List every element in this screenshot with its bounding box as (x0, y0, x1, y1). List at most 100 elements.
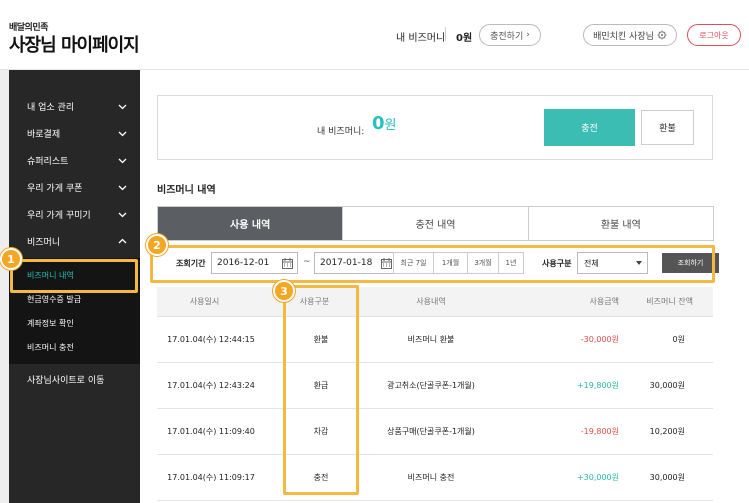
header-bizmoney-label: 내 비즈머니 (396, 33, 446, 44)
sidebar-subitem-cash-receipt[interactable]: 현금영수증 발급 (9, 287, 140, 311)
bizmoney-label: 내 비즈머니: (317, 127, 365, 137)
table-row: 17.01.04(수) 12:44:15 환불 비즈머니 환불 -30,000원… (157, 317, 713, 363)
header-balance: 비즈머니 잔액 (646, 297, 693, 306)
header-date: 사용일시 (189, 297, 220, 306)
chevron-down-icon (118, 131, 127, 137)
usage-history-table: 사용일시 사용구분 사용내역 사용금액 비즈머니 잔액 17.01.04(수) … (157, 287, 713, 501)
history-tabs: 사용 내역 충전 내역 환불 내역 (157, 206, 714, 241)
table-header: 사용일시 사용구분 사용내역 사용금액 비즈머니 잔액 (157, 287, 713, 317)
row-balance: 10,200원 (649, 427, 685, 436)
row-balance: 30,000원 (649, 381, 685, 390)
gear-icon (657, 30, 667, 40)
row-date: 17.01.04(수) 12:44:15 (167, 335, 255, 344)
row-type: 차감 (313, 427, 329, 436)
header-charge-label: 충전하기 (490, 31, 524, 42)
bizmoney-amount-value: 0 (372, 113, 385, 134)
header-divider (445, 27, 446, 41)
chevron-down-icon (118, 212, 127, 218)
bizmoney-amount-unit: 원 (384, 118, 397, 133)
header-amount: 사용금액 (589, 297, 619, 306)
date-from-input[interactable]: 2016-12-01 (211, 252, 298, 274)
sidebar-link-owner-site[interactable]: 사장님사이트로 이동 (9, 366, 140, 393)
section-title: 비즈머니 내역 (157, 185, 216, 196)
period-quick-buttons: 최근 7일 1개월 3개월 1년 (393, 252, 524, 274)
sidebar-item-store-management[interactable]: 내 업소 관리 (9, 93, 140, 120)
charge-button[interactable]: 충전 (544, 109, 635, 146)
row-type: 충전 (313, 473, 329, 482)
main-content: 내 비즈머니: 0원 충전 환불 비즈머니 내역 사용 내역 충전 내역 환불 … (140, 70, 749, 503)
sidebar-item-label: 우리 가게 쿠폰 (27, 184, 83, 194)
row-amount: +30,000원 (576, 473, 619, 482)
row-description: 상품구매(단골쿠폰-1개월) (387, 427, 475, 436)
date-range-separator: ~ (303, 257, 311, 267)
row-amount: -30,000원 (580, 335, 619, 344)
sidebar-subitem-bizmoney-history[interactable]: 비즈머니 내역 (9, 263, 140, 287)
calendar-icon[interactable] (282, 258, 293, 269)
date-to-value: 2017-01-18 (320, 258, 373, 268)
table-row: 17.01.04(수) 12:43:24 환급 광고취소(단골쿠폰-1개월) +… (157, 363, 713, 409)
annotation-badge-1: 1 (0, 248, 22, 270)
sidebar-item-label: 내 업소 관리 (27, 103, 75, 113)
header-bizmoney-value: 0원 (456, 33, 473, 44)
row-balance: 0원 (672, 335, 685, 344)
row-description: 광고취소(단골쿠폰-1개월) (387, 381, 475, 390)
sidebar-item-label: 비즈머니 (27, 238, 61, 248)
sidebar-item-direct-payment[interactable]: 바로결제 (9, 120, 140, 147)
bizmoney-amount: 0원 (372, 113, 397, 134)
chevron-down-icon (118, 185, 127, 191)
annotation-badge-2: 2 (146, 234, 168, 256)
caret-down-icon (636, 261, 642, 265)
sidebar-subitem-account-info[interactable]: 계좌정보 확인 (9, 311, 140, 335)
row-date: 17.01.04(수) 11:09:17 (167, 473, 255, 482)
row-balance: 30,000원 (649, 473, 685, 482)
owner-account-label: 배민치킨 사장님 (593, 31, 654, 42)
row-type: 환급 (313, 381, 329, 390)
row-date: 17.01.04(수) 11:09:40 (167, 427, 255, 436)
row-description: 비즈머니 환불 (407, 335, 455, 344)
table-row: 17.01.04(수) 11:09:17 충전 비즈머니 충전 +30,000원… (157, 455, 713, 501)
period-3months-button[interactable]: 3개월 (468, 253, 499, 273)
chevron-down-icon (118, 104, 127, 110)
sidebar-item-store-coupon[interactable]: 우리 가게 쿠폰 (9, 174, 140, 201)
tab-charge-history[interactable]: 충전 내역 (343, 207, 529, 240)
header-description: 사용내역 (416, 297, 446, 306)
page-logo-title[interactable]: 사장님 마이페이지 (9, 31, 140, 57)
row-type: 환불 (313, 335, 329, 344)
period-label: 조회기간 (176, 259, 206, 268)
top-header: 배달의민족 사장님 마이페이지 내 비즈머니 0원 충전하기 › 배민치킨 사장… (0, 0, 749, 70)
sidebar-item-label: 우리 가게 꾸미기 (27, 211, 91, 221)
sidebar-item-store-decorate[interactable]: 우리 가게 꾸미기 (9, 201, 140, 228)
row-date: 17.01.04(수) 12:43:24 (167, 381, 255, 390)
chevron-right-icon: › (526, 30, 530, 40)
sidebar-item-label: 바로결제 (27, 130, 61, 140)
table-row: 17.01.04(수) 11:09:40 차감 상품구매(단골쿠폰-1개월) -… (157, 409, 713, 455)
usage-type-value: 전체 (584, 258, 599, 268)
period-7days-button[interactable]: 최근 7일 (394, 253, 434, 273)
period-1year-button[interactable]: 1년 (499, 253, 523, 273)
date-to-input[interactable]: 2017-01-18 (314, 252, 397, 274)
usage-type-select[interactable]: 전체 (577, 252, 648, 274)
sidebar: 내 업소 관리 바로결제 슈퍼리스트 우리 가게 쿠폰 우리 가게 꾸미기 비즈… (9, 70, 140, 503)
tab-refund-history[interactable]: 환불 내역 (528, 207, 713, 240)
tab-usage-history[interactable]: 사용 내역 (158, 207, 344, 240)
sidebar-item-superlist[interactable]: 슈퍼리스트 (9, 147, 140, 174)
date-from-value: 2016-12-01 (217, 258, 270, 268)
header-charge-button[interactable]: 충전하기 › (479, 24, 541, 46)
sidebar-submenu: 비즈머니 내역 현금영수증 발급 계좌정보 확인 비즈머니 충전 (9, 258, 140, 364)
refund-button[interactable]: 환불 (641, 110, 694, 145)
calendar-icon[interactable] (381, 258, 392, 269)
search-button[interactable]: 조회하기 (662, 253, 719, 273)
chevron-up-icon (118, 238, 127, 244)
period-1month-button[interactable]: 1개월 (434, 253, 468, 273)
sidebar-subitem-bizmoney-charge[interactable]: 비즈머니 충전 (9, 335, 140, 359)
row-description: 비즈머니 충전 (407, 473, 455, 482)
row-amount: +19,800원 (576, 381, 619, 390)
filter-bar: 조회기간 2016-12-01 ~ 2017-01-18 최근 7일 1개월 3… (157, 248, 719, 281)
usage-type-label: 사용구분 (542, 259, 572, 268)
sidebar-item-label: 슈퍼리스트 (27, 157, 69, 167)
owner-account-button[interactable]: 배민치킨 사장님 (583, 24, 677, 46)
annotation-badge-3: 3 (273, 280, 295, 302)
header-type: 사용구분 (299, 297, 330, 306)
sidebar-item-bizmoney[interactable]: 비즈머니 (9, 228, 140, 255)
logout-button[interactable]: 로그아웃 (687, 24, 741, 46)
